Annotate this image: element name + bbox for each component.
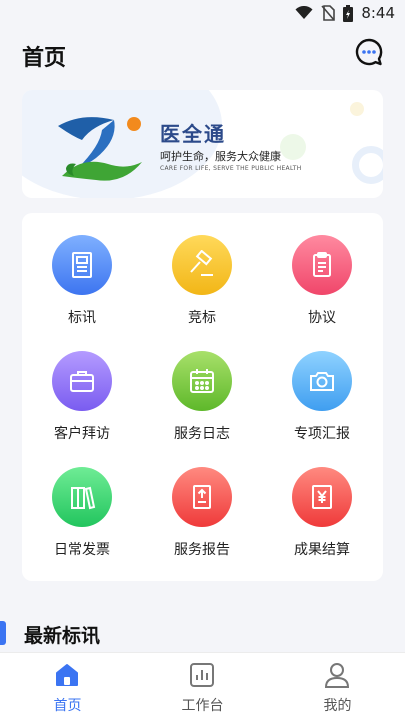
- grid-item-service-log[interactable]: 服务日志: [142, 329, 262, 442]
- header: 首页: [0, 28, 405, 78]
- tab-label: 我的: [323, 698, 352, 714]
- brand-logo-icon: [58, 117, 142, 181]
- tab-home[interactable]: 首页: [0, 653, 135, 720]
- upload-report-icon: [193, 485, 211, 509]
- grid-item-bidding-info[interactable]: 标讯: [22, 213, 142, 326]
- camera-icon: [310, 372, 334, 391]
- grid-item-label: 竞标: [188, 310, 216, 326]
- icon-circle: [52, 351, 112, 411]
- tab-label: 工作台: [181, 698, 224, 714]
- grid-item-label: 服务日志: [174, 426, 230, 442]
- grid-item-result-settlement[interactable]: 成果结算: [262, 445, 382, 558]
- banner-decoration: [352, 146, 383, 184]
- tab-workbench[interactable]: 工作台: [135, 653, 270, 720]
- status-indicators: 8:44: [295, 4, 395, 22]
- yen-document-icon: [312, 485, 332, 509]
- no-sim-icon: [321, 5, 336, 21]
- function-grid: 标讯 竞标 协议 客户拜访 服务日志 专项汇报 日常发票 服务报告 成果结算: [22, 213, 383, 581]
- latest-bidding-section-header: 最新标讯: [0, 618, 405, 648]
- icon-circle: [52, 235, 112, 295]
- banner-decoration: [280, 134, 306, 160]
- calendar-icon: [190, 369, 214, 393]
- icon-circle: [292, 235, 352, 295]
- grid-item-special-report[interactable]: 专项汇报: [262, 329, 382, 442]
- chat-bubble-icon: [355, 38, 383, 66]
- status-time: 8:44: [361, 4, 395, 22]
- grid-item-daily-invoice[interactable]: 日常发票: [22, 445, 142, 558]
- icon-circle: [292, 351, 352, 411]
- grid-item-label: 日常发票: [54, 542, 110, 558]
- page-title: 首页: [22, 46, 67, 71]
- briefcase-icon: [70, 371, 94, 392]
- grid-item-service-report[interactable]: 服务报告: [142, 445, 262, 558]
- grid-item-label: 协议: [308, 310, 336, 326]
- grid-item-bidding[interactable]: 竞标: [142, 213, 262, 326]
- brand-name: 医全通: [160, 122, 226, 146]
- grid-item-label: 客户拜访: [54, 426, 110, 442]
- books-icon: [71, 486, 96, 510]
- grid-item-label: 成果结算: [294, 542, 350, 558]
- icon-circle: [52, 467, 112, 527]
- clipboard-icon: [313, 252, 331, 277]
- brand-slogan: 呵护生命，服务大众健康: [160, 150, 281, 163]
- bottom-tab-bar: 首页 工作台 我的: [0, 652, 405, 720]
- grid-item-label: 标讯: [68, 310, 96, 326]
- banner-decoration: [350, 102, 364, 116]
- chart-icon: [190, 663, 214, 687]
- wifi-icon: [295, 6, 313, 19]
- message-button[interactable]: [355, 38, 383, 66]
- status-bar: 8:44: [0, 0, 405, 28]
- icon-circle: [172, 235, 232, 295]
- brand-slogan-english: CARE FOR LIFE, SERVE THE PUBLIC HEALTH: [160, 165, 302, 172]
- document-icon: [72, 252, 92, 278]
- icon-circle: [172, 467, 232, 527]
- grid-item-label: 专项汇报: [294, 426, 350, 442]
- grid-item-agreement[interactable]: 协议: [262, 213, 382, 326]
- icon-circle: [292, 467, 352, 527]
- gavel-icon: [190, 250, 213, 276]
- tab-profile[interactable]: 我的: [270, 653, 405, 720]
- tab-label: 首页: [53, 698, 82, 714]
- person-icon: [324, 663, 350, 688]
- grid-item-label: 服务报告: [174, 542, 230, 558]
- grid-item-customer-visit[interactable]: 客户拜访: [22, 329, 142, 442]
- home-icon: [56, 664, 78, 686]
- icon-circle: [172, 351, 232, 411]
- section-accent-bar: [0, 621, 6, 645]
- battery-icon: [343, 4, 354, 22]
- section-title: 最新标讯: [24, 625, 101, 647]
- banner[interactable]: 医全通 呵护生命，服务大众健康 CARE FOR LIFE, SERVE THE…: [22, 90, 383, 198]
